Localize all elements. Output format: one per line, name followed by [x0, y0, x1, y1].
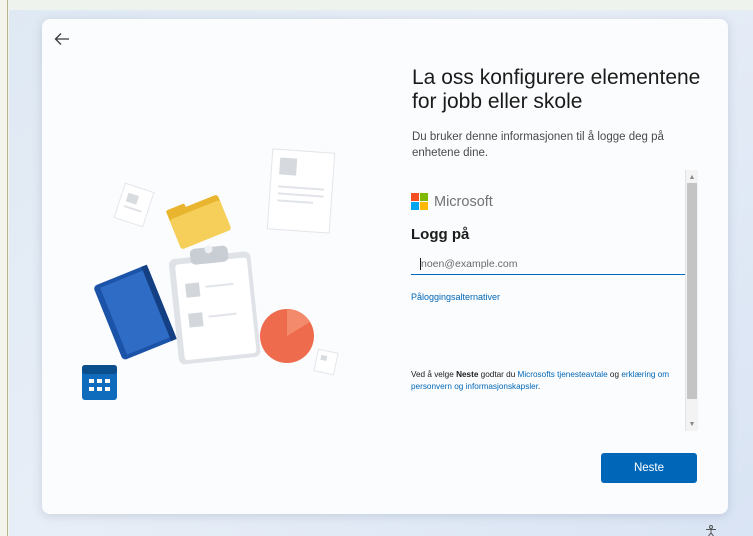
small-note-icon [313, 348, 339, 376]
back-arrow-icon [54, 33, 69, 45]
page-title-line-2: for jobb eller skole [412, 90, 583, 113]
signin-scrollbar[interactable]: ▲ ▼ [685, 170, 698, 431]
clipboard-icon [168, 245, 261, 365]
left-edge-line [7, 0, 8, 536]
top-strip [8, 0, 753, 10]
microsoft-logo: Microsoft [411, 193, 493, 210]
back-button[interactable] [50, 27, 74, 51]
pie-chart-icon [260, 309, 314, 363]
terms-text: Ved å velge Neste godtar du Microsofts t… [411, 370, 670, 391]
page-title-line-1: La oss konfigurere elementene [412, 66, 701, 89]
small-document-icon [113, 182, 155, 228]
microsoft-logo-icon [411, 193, 428, 210]
microsoft-brand-name: Microsoft [434, 193, 493, 210]
page-description: Du bruker denne informasjonen til å logg… [412, 131, 664, 159]
setup-card: La oss konfigurere elementene for jobb e… [42, 19, 728, 514]
email-input[interactable] [411, 253, 687, 275]
accessibility-icon[interactable] [704, 525, 718, 536]
next-button[interactable]: Neste [601, 453, 697, 483]
scroll-down-icon[interactable]: ▼ [686, 418, 698, 430]
notebook-icon [94, 264, 177, 360]
signin-pane: Microsoft Logg på Påloggingsalternativer… [411, 169, 699, 431]
service-agreement-link[interactable]: Microsofts tjenesteavtale [518, 370, 608, 379]
scroll-up-icon[interactable]: ▲ [686, 171, 698, 183]
scrollbar-thumb[interactable] [687, 183, 697, 399]
signin-options-link[interactable]: Påloggingsalternativer [411, 292, 500, 302]
folder-icon [166, 195, 231, 249]
signin-heading: Logg på [411, 226, 470, 243]
page-title: La oss konfigurere elementene for jobb e… [412, 66, 712, 114]
document-icon [266, 148, 336, 234]
calendar-icon [82, 365, 117, 400]
text-caret [420, 258, 421, 270]
